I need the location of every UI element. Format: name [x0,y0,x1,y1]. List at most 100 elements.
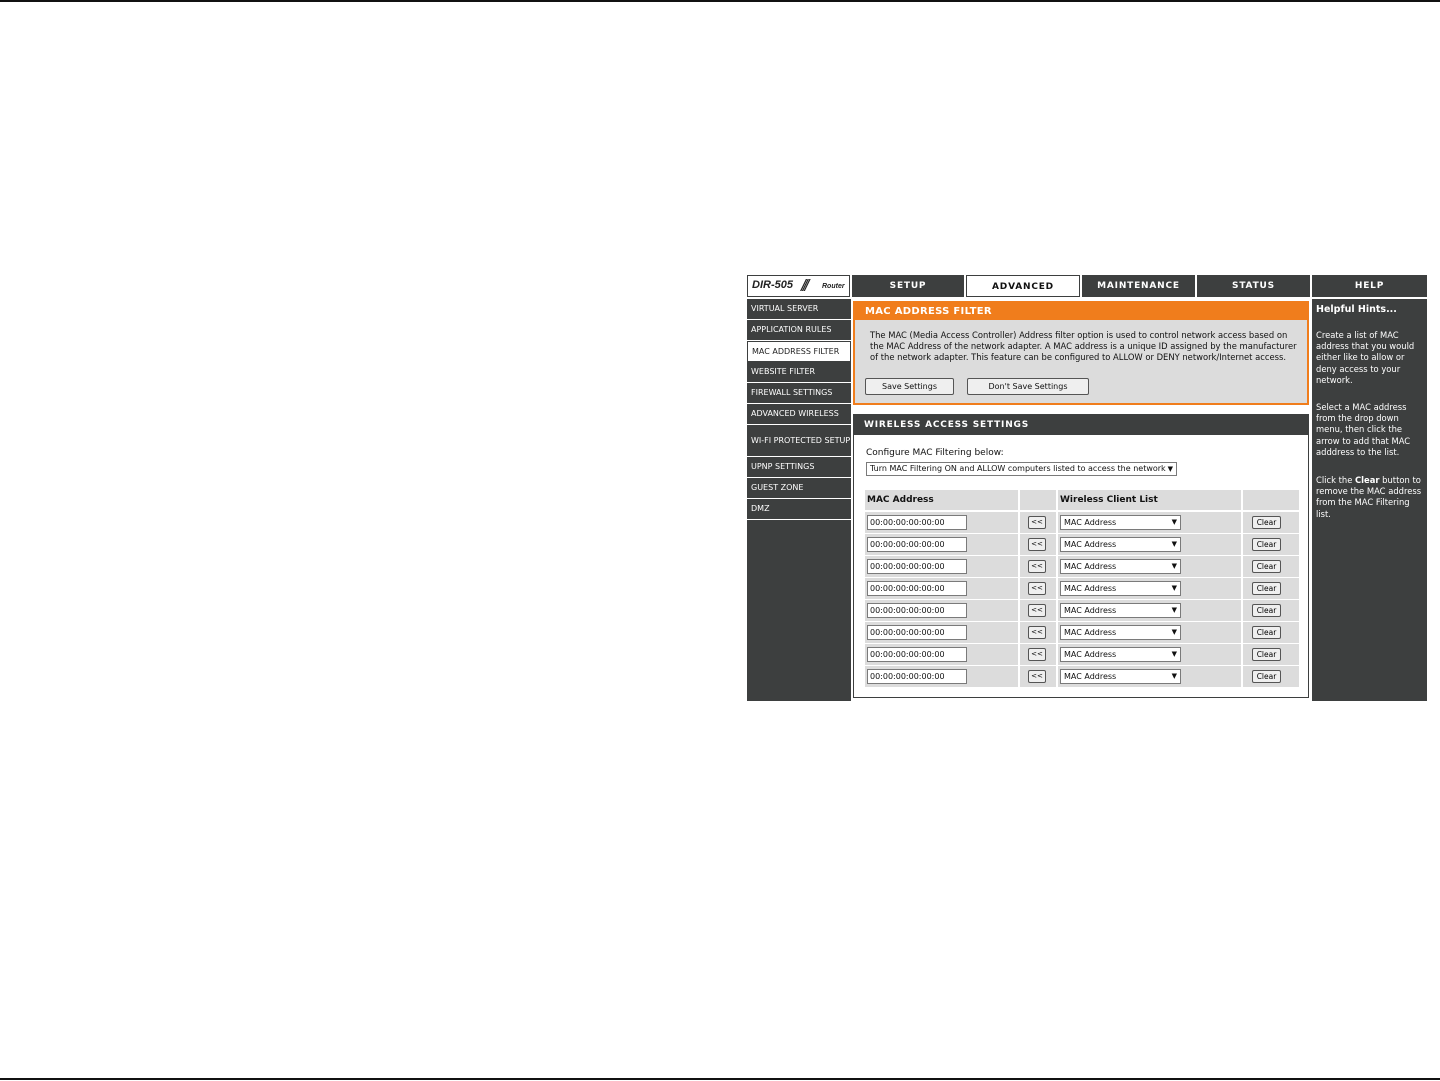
mac-address-input[interactable]: 00:00:00:00:00:00 [867,603,967,618]
hint-paragraph: Select a MAC address from the drop down … [1316,402,1411,457]
wireless-client-select[interactable]: MAC Address ▼ [1060,559,1181,574]
add-mac-button[interactable]: << [1028,560,1046,573]
client-cell: MAC Address ▼ [1058,556,1241,577]
arrow-cell: << [1020,556,1056,577]
mac-address-input[interactable]: 00:00:00:00:00:00 [867,581,967,596]
mac-filter-section: MAC ADDRESS FILTER The MAC (Media Access… [853,301,1309,405]
sidebar-item-application-rules[interactable]: APPLICATION RULES [747,320,851,341]
add-mac-button[interactable]: << [1028,582,1046,595]
clear-button[interactable]: Clear [1252,626,1281,639]
configure-label: Configure MAC Filtering below: [866,448,1004,458]
wireless-client-select[interactable]: MAC Address ▼ [1060,603,1181,618]
filter-mode-value: Turn MAC Filtering ON and ALLOW computer… [870,464,1166,473]
add-mac-button[interactable]: << [1028,516,1046,529]
arrow-cell: << [1020,578,1056,599]
sidebar-item-mac-address-filter[interactable]: MAC ADDRESS FILTER [747,341,851,362]
tab-help[interactable]: HELP [1312,275,1427,297]
clear-cell: Clear [1243,512,1299,533]
client-select-value: MAC Address [1064,650,1117,659]
router-admin-ui: DIR-505 /// Router SETUP ADVANCED MAINTE… [747,275,1427,701]
client-cell: MAC Address ▼ [1058,512,1241,533]
sidebar-item-guest-zone[interactable]: GUEST ZONE [747,478,851,499]
clear-cell: Clear [1243,556,1299,577]
mac-address-input[interactable]: 00:00:00:00:00:00 [867,669,967,684]
col-header-mac: MAC Address [865,490,1018,510]
col-header-action [1243,490,1299,510]
table-row: 00:00:00:00:00:00 << MAC Address ▼ Clear [865,644,1299,665]
clear-button[interactable]: Clear [1252,582,1281,595]
add-mac-button[interactable]: << [1028,626,1046,639]
table-row: 00:00:00:00:00:00 << MAC Address ▼ Clear [865,556,1299,577]
tab-setup[interactable]: SETUP [852,275,964,297]
table-row: 00:00:00:00:00:00 << MAC Address ▼ Clear [865,666,1299,687]
table-row: 00:00:00:00:00:00 << MAC Address ▼ Clear [865,534,1299,555]
arrow-cell: << [1020,512,1056,533]
table-row: 00:00:00:00:00:00 << MAC Address ▼ Clear [865,600,1299,621]
bottom-rule [0,1078,1440,1080]
arrow-cell: << [1020,622,1056,643]
tab-maintenance[interactable]: MAINTENANCE [1082,275,1195,297]
clear-button[interactable]: Clear [1252,648,1281,661]
mac-address-input[interactable]: 00:00:00:00:00:00 [867,515,967,530]
wireless-client-select[interactable]: MAC Address ▼ [1060,669,1181,684]
clear-button[interactable]: Clear [1252,604,1281,617]
mac-cell: 00:00:00:00:00:00 [865,512,1018,533]
mac-address-input[interactable]: 00:00:00:00:00:00 [867,537,967,552]
add-mac-button[interactable]: << [1028,670,1046,683]
clear-cell: Clear [1243,578,1299,599]
tab-advanced[interactable]: ADVANCED [966,275,1080,297]
add-mac-button[interactable]: << [1028,538,1046,551]
top-rule [0,0,1440,2]
wireless-client-select[interactable]: MAC Address ▼ [1060,515,1181,530]
wireless-client-select[interactable]: MAC Address ▼ [1060,625,1181,640]
mac-cell: 00:00:00:00:00:00 [865,666,1018,687]
sidebar-item-advanced-wireless[interactable]: ADVANCED WIRELESS [747,404,851,425]
clear-button[interactable]: Clear [1252,670,1281,683]
mac-address-input[interactable]: 00:00:00:00:00:00 [867,559,967,574]
sidebar-item-upnp-settings[interactable]: UPNP SETTINGS [747,457,851,478]
sidebar-item-dmz[interactable]: DMZ [747,499,851,520]
mac-cell: 00:00:00:00:00:00 [865,644,1018,665]
clear-button[interactable]: Clear [1252,516,1281,529]
sidebar-item-firewall-settings[interactable]: FIREWALL SETTINGS [747,383,851,404]
client-cell: MAC Address ▼ [1058,644,1241,665]
client-select-value: MAC Address [1064,584,1117,593]
dont-save-settings-button[interactable]: Don't Save Settings [967,378,1089,395]
chevron-down-icon: ▼ [1171,606,1177,614]
save-settings-button[interactable]: Save Settings [865,378,954,395]
main-content: MAC ADDRESS FILTER The MAC (Media Access… [853,299,1309,701]
wireless-client-select[interactable]: MAC Address ▼ [1060,581,1181,596]
sidebar-item-virtual-server[interactable]: VIRTUAL SERVER [747,299,851,320]
section-title: MAC ADDRESS FILTER [855,303,1307,320]
sidebar: VIRTUAL SERVER APPLICATION RULES MAC ADD… [747,299,851,701]
sidebar-item-wifi-protected-setup[interactable]: WI-FI PROTECTED SETUP [747,425,851,457]
clear-cell: Clear [1243,666,1299,687]
clear-button[interactable]: Clear [1252,538,1281,551]
client-select-value: MAC Address [1064,540,1117,549]
mac-cell: 00:00:00:00:00:00 [865,578,1018,599]
add-mac-button[interactable]: << [1028,648,1046,661]
client-select-value: MAC Address [1064,672,1117,681]
table-row: 00:00:00:00:00:00 << MAC Address ▼ Clear [865,512,1299,533]
chevron-down-icon: ▼ [1171,584,1177,592]
client-select-value: MAC Address [1064,628,1117,637]
wireless-client-select[interactable]: MAC Address ▼ [1060,647,1181,662]
add-mac-button[interactable]: << [1028,604,1046,617]
chevron-down-icon: ▼ [1167,465,1173,473]
chevron-down-icon: ▼ [1171,562,1177,570]
clear-cell: Clear [1243,622,1299,643]
top-header: DIR-505 /// Router SETUP ADVANCED MAINTE… [747,275,1427,297]
helpful-hints-panel: Helpful Hints... Create a list of MAC ad… [1312,299,1427,701]
mac-cell: 00:00:00:00:00:00 [865,556,1018,577]
tab-status[interactable]: STATUS [1197,275,1310,297]
clear-cell: Clear [1243,534,1299,555]
sidebar-item-website-filter[interactable]: WEBSITE FILTER [747,362,851,383]
mac-address-input[interactable]: 00:00:00:00:00:00 [867,625,967,640]
wireless-client-select[interactable]: MAC Address ▼ [1060,537,1181,552]
clear-button[interactable]: Clear [1252,560,1281,573]
mac-address-input[interactable]: 00:00:00:00:00:00 [867,647,967,662]
arrow-cell: << [1020,644,1056,665]
filter-mode-select[interactable]: Turn MAC Filtering ON and ALLOW computer… [866,462,1177,476]
hint-paragraph: Click the Clear button to remove the MAC… [1316,475,1424,520]
hints-title: Helpful Hints... [1316,304,1397,315]
